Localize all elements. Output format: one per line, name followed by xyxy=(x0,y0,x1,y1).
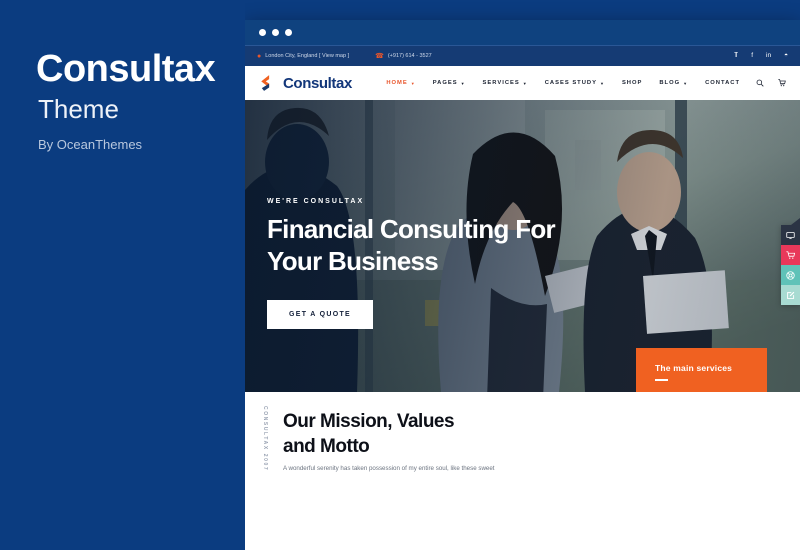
floating-button-support[interactable] xyxy=(781,265,800,285)
linkedin-icon[interactable]: in xyxy=(766,52,771,60)
mission-heading: Our Mission, Values and Motto xyxy=(283,410,455,459)
menu-item-pages[interactable]: PAGES ▼ xyxy=(433,80,466,86)
map-pin-icon: ● xyxy=(257,52,262,60)
menu-item-services[interactable]: SERVICES ▼ xyxy=(483,80,528,86)
hero-content: WE'RE CONSULTAX Financial Consulting For… xyxy=(267,198,556,329)
menu-item-contact[interactable]: CONTACT xyxy=(705,80,740,86)
chevron-down-icon: ▼ xyxy=(460,80,466,86)
menu-label: HOME xyxy=(386,80,408,86)
site-navbar: Consultax HOME ▼ PAGES ▼ SERVICES ▼ CASES S… xyxy=(245,66,800,100)
floating-button-edit[interactable] xyxy=(781,285,800,305)
site-topbar: ● London City, England [ View map ] ☎ (+… xyxy=(245,46,800,66)
services-title: The main services xyxy=(655,363,733,373)
consultax-mark-icon xyxy=(261,75,270,91)
topbar-social-links: 𝐓 f in ◓ xyxy=(734,52,788,60)
services-title-underline xyxy=(655,379,668,381)
main-services-panel: The main services Audit & Assurance Fina… xyxy=(636,348,767,392)
chevron-down-icon: ▼ xyxy=(683,80,689,86)
navbar-icons xyxy=(756,79,786,87)
hero-eyebrow: WE'RE CONSULTAX xyxy=(267,198,365,205)
hero-section: WE'RE CONSULTAX Financial Consulting For… xyxy=(245,100,800,392)
promo-subtitle: Theme xyxy=(38,94,119,124)
chevron-down-icon: ▼ xyxy=(599,80,605,86)
menu-item-shop[interactable]: SHOP xyxy=(622,80,642,86)
chevron-down-icon: ▼ xyxy=(410,80,416,86)
services-header: The main services xyxy=(636,348,767,392)
promo-title: Consultax xyxy=(36,48,216,90)
topbar-location-text: London City, England [ View map ] xyxy=(265,53,350,59)
menu-label: CASES STUDY xyxy=(544,80,597,86)
floating-button-monitor[interactable] xyxy=(781,225,800,245)
get-a-quote-button[interactable]: GET A QUOTE xyxy=(267,299,374,329)
twitter-icon[interactable]: 𝐓 xyxy=(734,52,738,60)
floating-panel-fold xyxy=(791,218,800,225)
site-logo-text: Consultax xyxy=(283,74,352,92)
mission-heading-line-2: and Motto xyxy=(283,435,370,457)
promo-byline: By OceanThemes xyxy=(38,137,143,152)
monitor-icon xyxy=(786,231,795,239)
hero-heading: Financial Consulting For Your Business xyxy=(267,214,556,278)
floating-action-buttons xyxy=(781,218,800,305)
mission-vertical-label: CONSULTAX 2007 xyxy=(262,406,268,472)
browser-window-bar xyxy=(245,20,800,46)
menu-label: PAGES xyxy=(432,80,458,86)
mission-heading-line-1: Our Mission, Values xyxy=(283,411,455,432)
window-dot xyxy=(272,29,279,36)
main-menu: HOME ▼ PAGES ▼ SERVICES ▼ CASES STUDY ▼ SHOP… xyxy=(386,80,740,86)
hero-heading-line-1: Financial Consulting For xyxy=(267,214,556,244)
cart-icon[interactable] xyxy=(778,79,786,87)
topbar-phone-text: (+917) 614 - 3527 xyxy=(387,53,432,59)
edit-icon xyxy=(787,291,795,299)
floating-button-cart[interactable] xyxy=(781,245,800,265)
site-logo[interactable]: Consultax xyxy=(259,74,352,92)
menu-label: SERVICES xyxy=(482,80,520,86)
rss-icon[interactable]: ◓ xyxy=(784,52,788,60)
hero-heading-line-2: Your Business xyxy=(267,245,439,276)
mission-paragraph: A wonderful serenity has taken possessio… xyxy=(283,465,495,472)
lifering-icon xyxy=(786,270,795,280)
phone-icon: ☎ xyxy=(375,52,384,60)
menu-item-home[interactable]: HOME ▼ xyxy=(386,80,415,86)
chevron-down-icon: ▼ xyxy=(522,80,528,86)
promo-panel: Consultax Theme By OceanThemes xyxy=(0,0,245,550)
menu-label: CONTACT xyxy=(705,80,740,86)
menu-label: BLOG xyxy=(659,80,681,86)
menu-label: SHOP xyxy=(621,80,643,86)
search-icon[interactable] xyxy=(756,79,764,87)
menu-item-blog[interactable]: BLOG ▼ xyxy=(659,80,688,86)
facebook-icon[interactable]: f xyxy=(751,52,753,60)
topbar-location[interactable]: ● London City, England [ View map ] xyxy=(257,53,349,60)
window-dot xyxy=(259,29,266,36)
desktop-browser-mockup: ● London City, England [ View map ] ☎ (+… xyxy=(245,20,800,550)
topbar-phone[interactable]: ☎ (+917) 614 - 3527 xyxy=(375,53,432,60)
mission-section: CONSULTAX 2007 Our Mission, Values and M… xyxy=(245,392,800,550)
menu-item-cases-study[interactable]: CASES STUDY ▼ xyxy=(545,80,605,86)
cart-icon xyxy=(786,250,795,259)
window-dot xyxy=(285,29,292,36)
